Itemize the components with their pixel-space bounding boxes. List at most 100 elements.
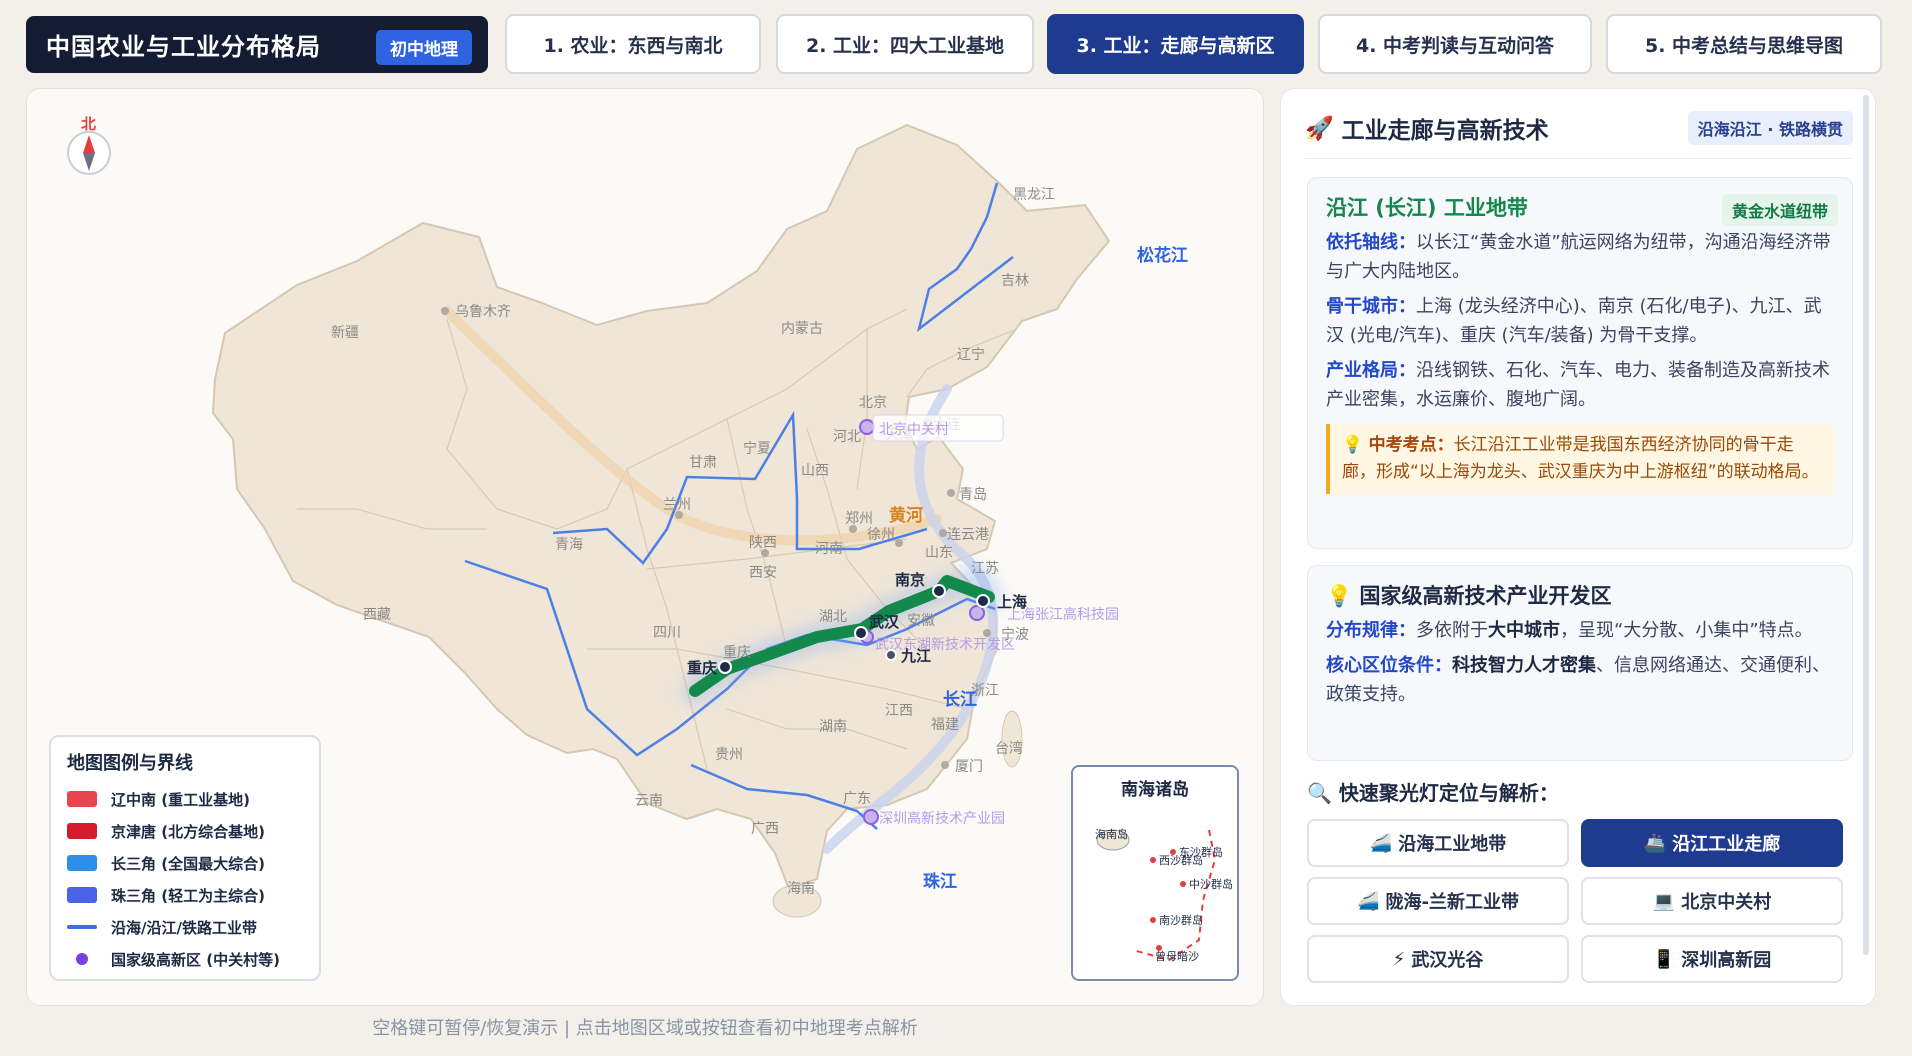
- laptop-icon: 💻: [1652, 890, 1676, 912]
- svg-text:河南: 河南: [815, 541, 843, 557]
- app-brand: 中国农业与工业分布格局 初中地理: [26, 16, 488, 73]
- card-hightech-zones: 💡 国家级高新技术产业开发区 分布规律：多依附于大中城市，呈现“大分散、小集中”…: [1307, 565, 1853, 761]
- svg-text:西沙群岛: 西沙群岛: [1159, 853, 1203, 867]
- legend-item: 长三角 (全国最大综合): [67, 847, 303, 879]
- svg-text:安徽: 安徽: [907, 613, 935, 629]
- svg-text:深圳高新技术产业园: 深圳高新技术产业园: [879, 810, 1005, 827]
- svg-text:新疆: 新疆: [331, 325, 359, 341]
- svg-text:海南: 海南: [787, 881, 815, 897]
- legend-swatch: [67, 855, 97, 871]
- svg-text:江西: 江西: [885, 703, 913, 719]
- hightech-shanghai[interactable]: [969, 605, 985, 621]
- svg-text:徐州: 徐州: [867, 527, 895, 543]
- btn-optics-valley[interactable]: ⚡ 武汉光谷: [1307, 935, 1569, 983]
- card-yangtze-belt: 沿江 (长江) 工业地带 黄金水道纽带 依托轴线：以长江“黄金水道”航运网络为纽…: [1307, 177, 1853, 549]
- quick-locate-title: 🔍 快速聚光灯定位与解析：: [1307, 781, 1559, 805]
- exam-tip: 💡 中考考点：长江沿江工业带是我国东西经济协同的骨干走廊，形成“以上海为龙头、武…: [1326, 424, 1834, 494]
- map-legend: 地图图例与界线 辽中南 (重工业基地) 京津唐 (北方综合基地) 长三角 (全国…: [49, 735, 321, 981]
- svg-text:厦门: 厦门: [955, 759, 983, 775]
- ship-icon: 🚢: [1643, 832, 1667, 854]
- btn-zhongguancun[interactable]: 💻 北京中关村: [1581, 877, 1843, 925]
- para-distribution: 分布规律：多依附于大中城市，呈现“大分散、小集中”特点。: [1326, 620, 1813, 641]
- svg-text:上海: 上海: [997, 593, 1027, 611]
- label-songhua: 松花江: [1137, 245, 1188, 266]
- svg-text:陕西: 陕西: [749, 535, 777, 551]
- panel-header: 🚀 工业走廊与高新技术 沿海沿江 · 铁路横贯: [1305, 111, 1853, 159]
- legend-swatch: [67, 791, 97, 807]
- map-panel[interactable]: 黑龙江 吉林 辽宁 内蒙古 新疆 西藏 青海 甘肃 宁夏 山西 河北 北京 天津…: [26, 88, 1264, 1006]
- btn-coastal-belt[interactable]: 🚄 沿海工业地带: [1307, 819, 1569, 867]
- tab-industrial-bases[interactable]: 2. 工业：四大工业基地: [776, 14, 1034, 74]
- hightech-shenzhen[interactable]: [863, 809, 879, 825]
- svg-text:云南: 云南: [635, 793, 663, 809]
- svg-text:西藏: 西藏: [363, 607, 391, 623]
- legend-item: 沿海/沿江/铁路工业带: [67, 911, 303, 943]
- btn-longhai-lanxin[interactable]: 🚄 陇海-兰新工业带: [1307, 877, 1569, 925]
- svg-text:重庆: 重庆: [687, 659, 717, 677]
- svg-text:山东: 山东: [925, 545, 953, 561]
- para-location: 核心区位条件：科技智力人才密集、信息网络通达、交通便利、政策支持。: [1326, 655, 1830, 705]
- tab-agriculture[interactable]: 1. 农业：东西与南北: [505, 14, 761, 74]
- city-chongqing[interactable]: [718, 660, 732, 674]
- svg-text:宁夏: 宁夏: [743, 440, 771, 457]
- legend-swatch: [67, 823, 97, 839]
- svg-text:青海: 青海: [555, 537, 583, 553]
- legend-item: 京津唐 (北方综合基地): [67, 815, 303, 847]
- city-nanjing[interactable]: [932, 584, 946, 598]
- legend-item: 辽中南 (重工业基地): [67, 783, 303, 815]
- btn-shenzhen-park[interactable]: 📱 深圳高新园: [1581, 935, 1843, 983]
- svg-text:海南岛: 海南岛: [1095, 827, 1128, 841]
- train-icon: 🚄: [1357, 890, 1380, 912]
- city-wuhan[interactable]: [854, 626, 868, 640]
- footer-hint: 空格键可暂停/恢复演示 | 点击地图区域或按钮查看初中地理考点解析: [372, 1018, 918, 1039]
- svg-text:贵州: 贵州: [715, 747, 743, 763]
- svg-text:辽宁: 辽宁: [957, 346, 985, 363]
- svg-text:北京中关村: 北京中关村: [879, 422, 949, 438]
- city-shanghai[interactable]: [976, 594, 990, 608]
- svg-text:兰州: 兰州: [663, 497, 691, 513]
- svg-text:台湾: 台湾: [995, 740, 1023, 757]
- svg-text:广西: 广西: [751, 821, 779, 837]
- svg-text:湖北: 湖北: [819, 609, 847, 625]
- svg-text:北京: 北京: [859, 395, 887, 411]
- svg-text:山西: 山西: [801, 463, 829, 479]
- tab-corridors[interactable]: 3. 工业：走廊与高新区: [1047, 14, 1304, 74]
- svg-text:曾母暗沙: 曾母暗沙: [1155, 949, 1199, 963]
- info-panel: 🚀 工业走廊与高新技术 沿海沿江 · 铁路横贯 沿江 (长江) 工业地带 黄金水…: [1280, 88, 1876, 1006]
- svg-text:广东: 广东: [843, 791, 871, 807]
- svg-text:中沙群岛: 中沙群岛: [1189, 877, 1233, 891]
- panel-scrollbar[interactable]: [1863, 95, 1869, 955]
- legend-line-swatch: [67, 925, 97, 929]
- city-jiujiang[interactable]: [885, 649, 897, 661]
- card-title: 💡 国家级高新技术产业开发区: [1326, 584, 1612, 608]
- hightech-beijing[interactable]: [859, 419, 875, 435]
- svg-text:黑龙江: 黑龙江: [1013, 187, 1055, 203]
- svg-text:内蒙古: 内蒙古: [781, 321, 823, 337]
- search-icon: 🔍: [1307, 781, 1332, 805]
- svg-text:郑州: 郑州: [845, 511, 873, 527]
- svg-text:西安: 西安: [749, 565, 777, 581]
- svg-text:福建: 福建: [931, 717, 959, 733]
- btn-yangtze-corridor[interactable]: 🚢 沿江工业走廊: [1581, 819, 1843, 867]
- svg-text:湖南: 湖南: [819, 719, 847, 735]
- panel-tag: 沿海沿江 · 铁路横贯: [1687, 111, 1853, 145]
- tab-summary[interactable]: 5. 中考总结与思维导图: [1606, 14, 1882, 74]
- svg-text:武汉东湖新技术开发区: 武汉东湖新技术开发区: [875, 637, 1015, 653]
- svg-text:吉林: 吉林: [1001, 273, 1029, 289]
- svg-text:甘肃: 甘肃: [689, 455, 717, 471]
- label-yellow-river: 黄河: [889, 505, 923, 526]
- svg-text:连云港: 连云港: [947, 527, 989, 543]
- phone-icon: 📱: [1652, 948, 1676, 970]
- taiwan-shape[interactable]: [1001, 710, 1023, 768]
- south-china-sea-inset: 南海诸岛 海南岛 东沙群岛 西沙群岛 中沙群岛 南沙群岛 曾母暗沙: [1071, 765, 1239, 981]
- lightning-icon: ⚡: [1392, 948, 1406, 970]
- svg-text:重庆: 重庆: [723, 645, 751, 661]
- level-badge: 初中地理: [376, 30, 472, 65]
- svg-text:南京: 南京: [895, 571, 925, 589]
- svg-text:江苏: 江苏: [971, 561, 999, 577]
- tab-exam-qa[interactable]: 4. 中考判读与互动问答: [1318, 14, 1592, 74]
- svg-text:四川: 四川: [653, 625, 681, 641]
- svg-text:九江: 九江: [900, 647, 931, 665]
- legend-title: 地图图例与界线: [67, 753, 193, 774]
- compass-icon: 北: [67, 115, 111, 175]
